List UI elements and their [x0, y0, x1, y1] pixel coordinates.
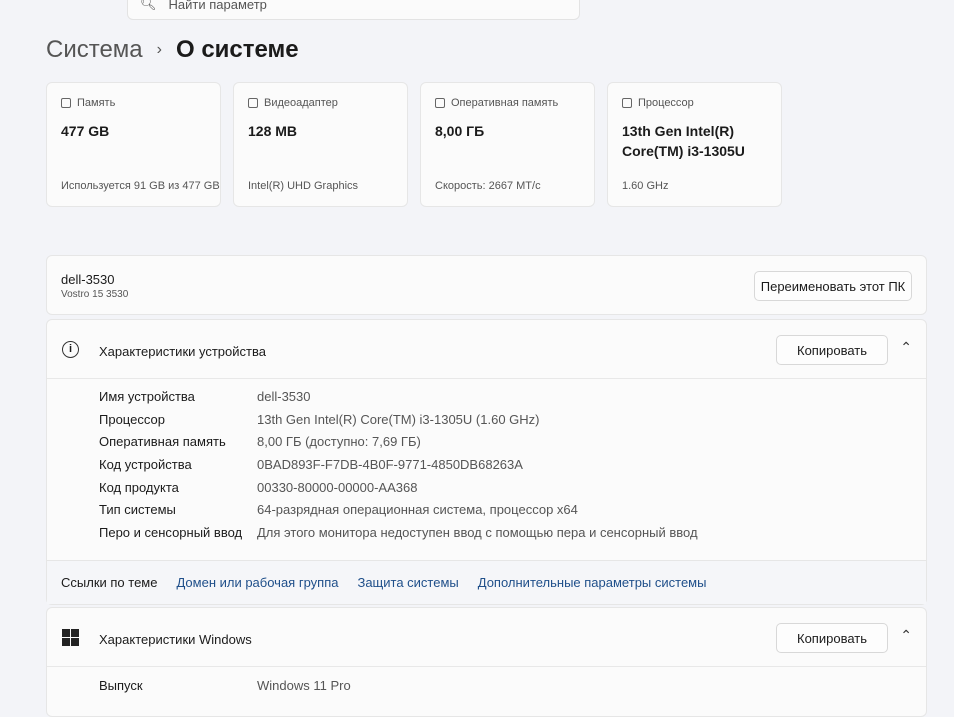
spec-value: 64-разрядная операционная система, проце… — [257, 502, 578, 517]
copy-device-specs-button[interactable]: Копировать — [776, 335, 888, 365]
ram-card[interactable]: Оперативная память 8,00 ГБ Скорость: 266… — [420, 82, 595, 207]
spec-value: 00330-80000-00000-AA368 — [257, 480, 418, 495]
spec-value: Windows 11 Pro — [257, 678, 351, 693]
rename-pc-button[interactable]: Переименовать этот ПК — [754, 271, 912, 301]
device-name: dell-3530 — [61, 272, 115, 287]
spec-value: dell-3530 — [257, 389, 311, 404]
spec-value: 0BAD893F-F7DB-4B0F-9771-4850DB68263A — [257, 457, 523, 472]
storage-card[interactable]: Память 477 GB Используется 91 GB из 477 … — [46, 82, 221, 207]
storage-icon — [61, 98, 71, 108]
chevron-right-icon: › — [156, 41, 162, 58]
search-placeholder: Найти параметр — [168, 0, 267, 12]
spec-key: Перо и сенсорный ввод — [99, 525, 243, 540]
search-input[interactable]: 🔍︎ Найти параметр — [127, 0, 580, 20]
windows-specs-title: Характеристики Windows — [99, 632, 252, 647]
card-subtitle: Intel(R) UHD Graphics — [248, 180, 359, 192]
card-value: 8,00 ГБ — [435, 123, 485, 139]
card-title: Видеоадаптер — [264, 97, 338, 109]
card-title: Память — [77, 97, 116, 109]
search-icon: 🔍︎ — [140, 0, 157, 11]
card-value: 128 MB — [248, 123, 298, 139]
gpu-card[interactable]: Видеоадаптер 128 MB Intel(R) UHD Graphic… — [233, 82, 408, 207]
spec-key: Оперативная память — [99, 434, 226, 449]
spec-value: Для этого монитора недоступен ввод с пом… — [257, 525, 698, 540]
spec-row: Выпуск Windows 11 Pro — [99, 678, 351, 693]
spec-row: Код продукта 00330-80000-00000-AA368 — [99, 480, 417, 495]
card-subtitle: Используется 91 GB из 477 GB — [61, 180, 220, 192]
spec-key: Выпуск — [99, 678, 143, 693]
link-domain-workgroup[interactable]: Домен или рабочая группа — [176, 575, 338, 590]
spec-row: Процессор 13th Gen Intel(R) Core(TM) i3-1… — [99, 412, 539, 427]
spec-value: 13th Gen Intel(R) Core(TM) i3-1305U (1.6… — [257, 412, 540, 427]
spec-key: Процессор — [99, 412, 165, 427]
cpu-icon — [622, 98, 632, 108]
spec-row: Имя устройства dell-3530 — [99, 389, 311, 404]
windows-specs-panel: Характеристики Windows Копировать ⌃ Выпу… — [46, 607, 927, 717]
spec-key: Имя устройства — [99, 389, 195, 404]
spec-row: Перо и сенсорный ввод Для этого монитора … — [99, 525, 698, 540]
device-name-panel: dell-3530 Vostro 15 3530 Переименовать э… — [46, 255, 927, 315]
card-value: 13th Gen Intel(R) Core(TM) i3-1305U — [622, 123, 745, 159]
divider — [47, 666, 926, 667]
page-title: О системе — [175, 36, 299, 63]
device-specs-title: Характеристики устройства — [99, 344, 266, 359]
card-title: Процессор — [638, 97, 694, 109]
spec-row: Код устройства 0BAD893F-F7DB-4B0F-9771-48… — [99, 457, 523, 472]
link-system-protection[interactable]: Защита системы — [357, 575, 458, 590]
cpu-card[interactable]: Процессор 13th Gen Intel(R) Core(TM) i3-… — [607, 82, 782, 207]
spec-row: Тип системы 64-разрядная операционная сис… — [99, 502, 578, 517]
copy-windows-specs-button[interactable]: Копировать — [776, 623, 888, 653]
related-links: Ссылки по теме Домен или рабочая группа … — [47, 560, 926, 604]
breadcrumb-parent[interactable]: Система — [46, 36, 143, 64]
card-subtitle: 1.60 GHz — [622, 180, 669, 192]
chevron-up-icon[interactable]: ⌃ — [900, 339, 912, 356]
ram-icon — [435, 98, 445, 108]
info-icon: i — [62, 341, 79, 358]
link-advanced-system-settings[interactable]: Дополнительные параметры системы — [478, 575, 707, 590]
device-specs-panel: i Характеристики устройства Копировать ⌃… — [46, 319, 927, 605]
spec-value: 8,00 ГБ (доступно: 7,69 ГБ) — [257, 434, 421, 449]
windows-logo-icon — [62, 629, 79, 646]
spec-key: Код продукта — [99, 480, 179, 495]
chevron-up-icon[interactable]: ⌃ — [900, 627, 912, 644]
card-subtitle: Скорость: 2667 МТ/с — [435, 180, 541, 192]
divider — [47, 378, 926, 379]
card-value: 477 GB — [61, 123, 110, 139]
gpu-icon — [248, 98, 258, 108]
related-links-label: Ссылки по теме — [61, 575, 158, 590]
spec-key: Тип системы — [99, 502, 176, 517]
breadcrumb: Система › О системе — [46, 36, 299, 64]
device-model: Vostro 15 3530 — [61, 289, 129, 300]
spec-row: Оперативная память 8,00 ГБ (доступно: 7,6… — [99, 434, 421, 449]
spec-key: Код устройства — [99, 457, 192, 472]
card-title: Оперативная память — [451, 97, 559, 109]
